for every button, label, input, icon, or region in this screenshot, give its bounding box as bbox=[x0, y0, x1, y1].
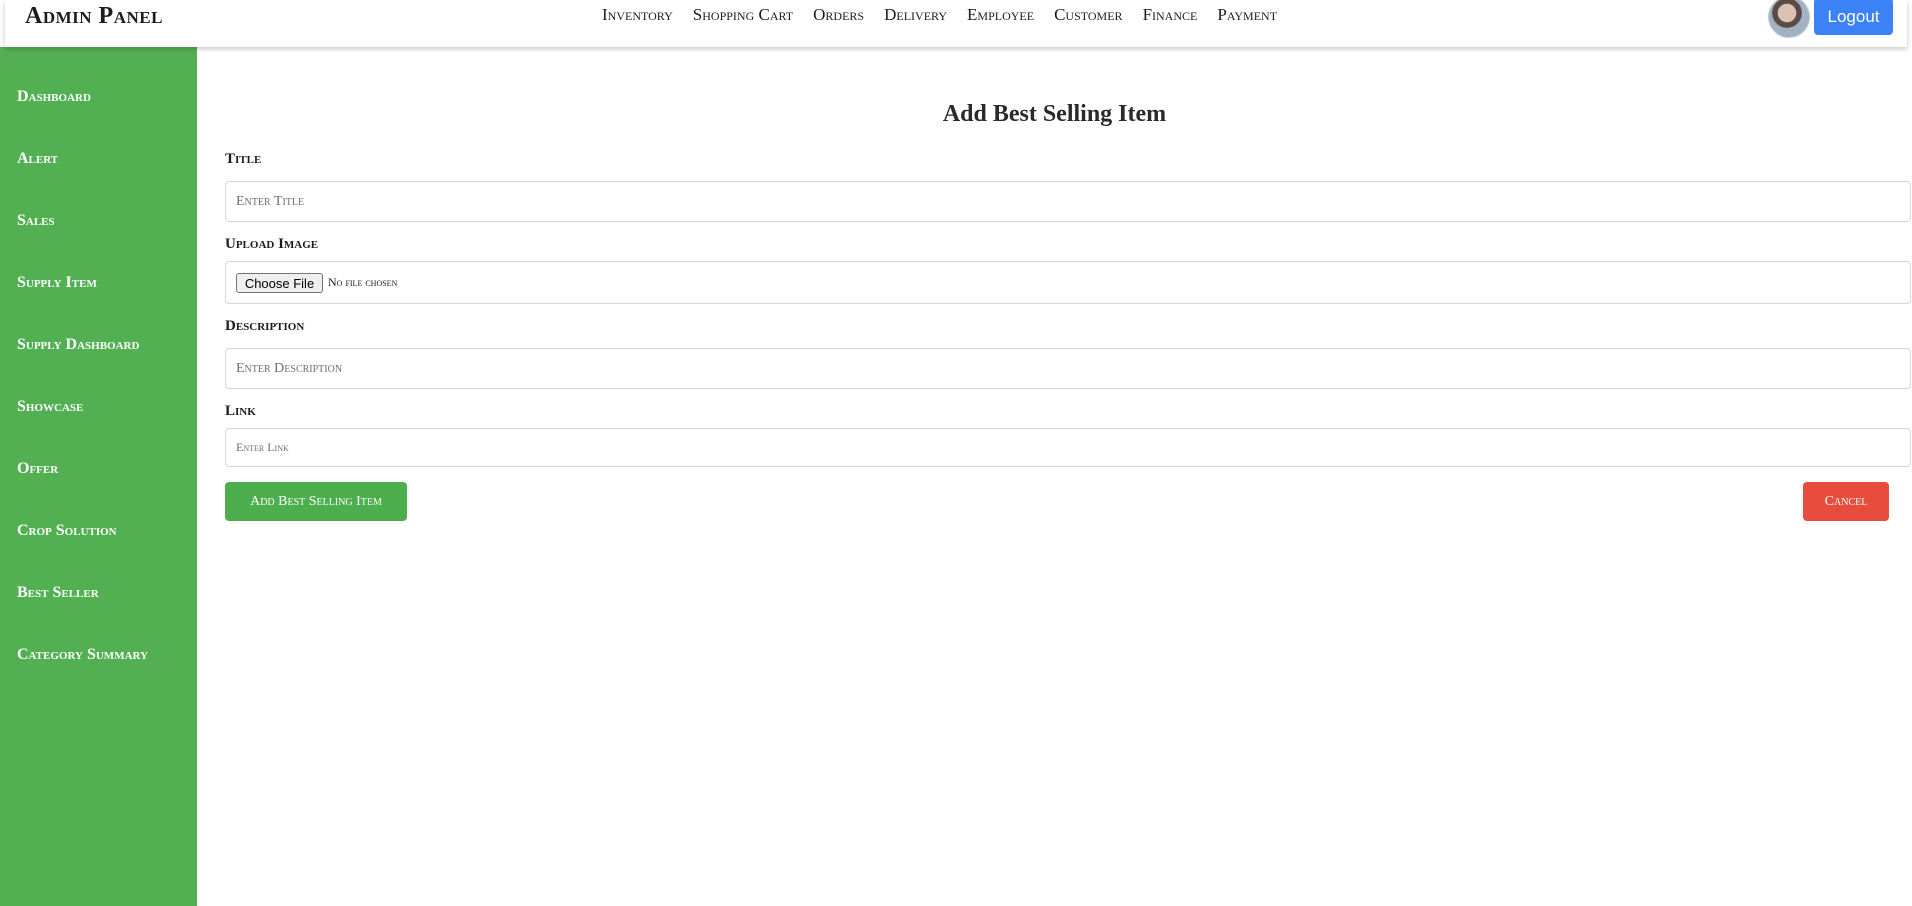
no-file-chosen-text: No file chosen bbox=[328, 275, 398, 289]
sidebar-item-sales[interactable]: Sales bbox=[17, 212, 55, 230]
sidebar-item-category-summary[interactable]: Category Summary bbox=[17, 646, 148, 664]
logout-button[interactable]: Logout bbox=[1814, 0, 1893, 35]
nav-link-employee[interactable]: Employee bbox=[967, 5, 1034, 25]
sidebar-item-offer[interactable]: Offer bbox=[17, 460, 58, 478]
page-title: Add Best Selling Item bbox=[942, 101, 1167, 127]
description-input[interactable] bbox=[225, 348, 1911, 389]
main-nav: Inventory Shopping Cart Orders Delivery … bbox=[602, 5, 1297, 25]
link-input[interactable] bbox=[225, 428, 1911, 467]
sidebar-item-alert[interactable]: Alert bbox=[17, 150, 58, 168]
description-label: Description bbox=[225, 318, 305, 334]
sidebar-item-best-seller[interactable]: Best Seller bbox=[17, 584, 99, 602]
link-label: Link bbox=[225, 403, 256, 419]
top-navbar: Admin Panel Inventory Shopping Cart Orde… bbox=[5, 0, 1907, 47]
sidebar-item-supply-dashboard[interactable]: Supply Dashboard bbox=[17, 336, 139, 354]
nav-link-shopping-cart[interactable]: Shopping Cart bbox=[693, 5, 793, 25]
sidebar-item-showcase[interactable]: Showcase bbox=[17, 398, 83, 416]
title-label: Title bbox=[225, 151, 262, 167]
nav-link-delivery[interactable]: Delivery bbox=[884, 5, 947, 25]
nav-link-inventory[interactable]: Inventory bbox=[602, 5, 673, 25]
upload-image-field[interactable]: Choose File No file chosen bbox=[225, 261, 1911, 304]
user-avatar[interactable] bbox=[1768, 0, 1810, 38]
choose-file-button[interactable]: Choose File bbox=[236, 273, 323, 293]
cancel-button[interactable]: Cancel bbox=[1803, 482, 1889, 521]
nav-link-customer[interactable]: Customer bbox=[1054, 5, 1122, 25]
sidebar: Dashboard Alert Sales Supply Item Supply… bbox=[0, 47, 197, 906]
sidebar-item-supply-item[interactable]: Supply Item bbox=[17, 274, 97, 292]
nav-link-orders[interactable]: Orders bbox=[813, 5, 864, 25]
add-best-selling-item-button[interactable]: Add Best Selling Item bbox=[225, 482, 407, 521]
title-input[interactable] bbox=[225, 181, 1911, 222]
sidebar-item-crop-solution[interactable]: Crop Solution bbox=[17, 522, 117, 540]
nav-link-payment[interactable]: Payment bbox=[1217, 5, 1277, 25]
nav-link-finance[interactable]: Finance bbox=[1143, 5, 1198, 25]
sidebar-item-dashboard[interactable]: Dashboard bbox=[17, 88, 91, 106]
brand-title: Admin Panel bbox=[25, 3, 163, 29]
upload-image-label: Upload Image bbox=[225, 236, 319, 252]
